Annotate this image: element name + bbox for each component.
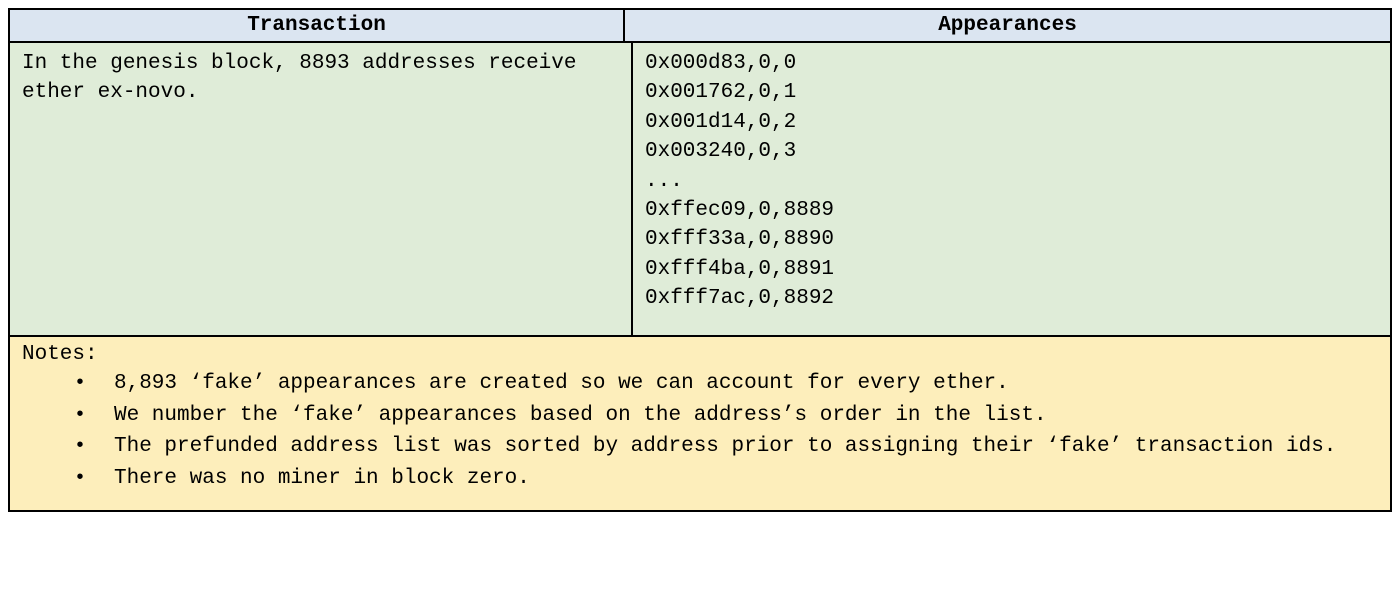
header-appearances: Appearances bbox=[625, 10, 1390, 41]
note-item: There was no miner in block zero. bbox=[110, 463, 1378, 495]
notes-list: 8,893 ‘fake’ appearances are created so … bbox=[22, 368, 1378, 494]
appearances-cell: 0x000d83,0,0 0x001762,0,1 0x001d14,0,2 0… bbox=[633, 43, 1390, 335]
note-item: We number the ‘fake’ appearances based o… bbox=[110, 400, 1378, 432]
note-item: 8,893 ‘fake’ appearances are created so … bbox=[110, 368, 1378, 400]
notes-label: Notes: bbox=[22, 343, 1378, 366]
header-row: Transaction Appearances bbox=[10, 10, 1390, 43]
note-item: The prefunded address list was sorted by… bbox=[110, 431, 1378, 463]
appearance-line: 0xffec09,0,8889 bbox=[645, 196, 1378, 225]
appearance-line: 0xfff4ba,0,8891 bbox=[645, 255, 1378, 284]
data-row: In the genesis block, 8893 addresses rec… bbox=[10, 43, 1390, 337]
header-transaction: Transaction bbox=[10, 10, 625, 41]
appearance-line: 0x001762,0,1 bbox=[645, 78, 1378, 107]
appearance-line: 0xfff7ac,0,8892 bbox=[645, 284, 1378, 313]
notes-section: Notes: 8,893 ‘fake’ appearances are crea… bbox=[10, 337, 1390, 510]
appearance-line: 0x003240,0,3 bbox=[645, 137, 1378, 166]
appearance-line: 0x000d83,0,0 bbox=[645, 49, 1378, 78]
appearance-line: 0x001d14,0,2 bbox=[645, 108, 1378, 137]
appearance-line: 0xfff33a,0,8890 bbox=[645, 225, 1378, 254]
appearance-line: ... bbox=[645, 167, 1378, 196]
main-table: Transaction Appearances In the genesis b… bbox=[8, 8, 1392, 512]
transaction-cell: In the genesis block, 8893 addresses rec… bbox=[10, 43, 633, 335]
